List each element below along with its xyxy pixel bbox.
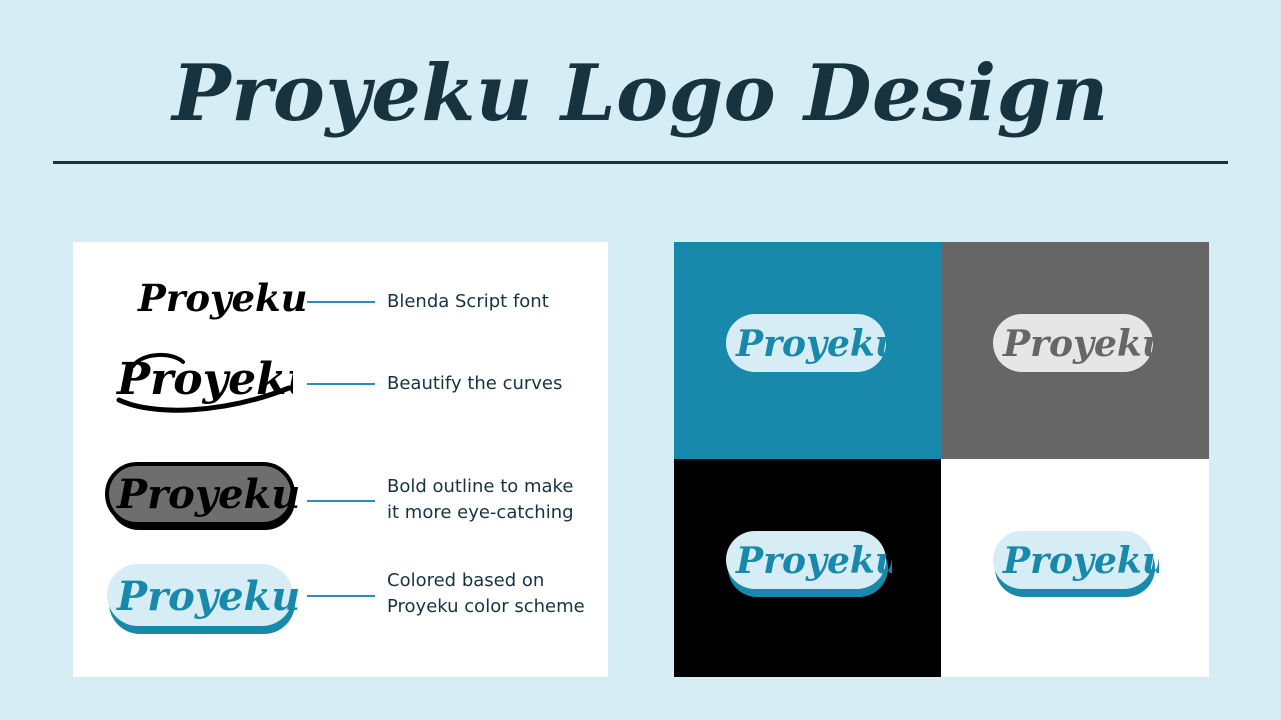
step-label: Bold outline to make it more eye-catchin… — [387, 474, 602, 526]
step-label-line: it more eye-catching — [387, 502, 574, 523]
title-divider — [53, 161, 1228, 164]
connector-line — [307, 595, 375, 597]
step-label-line: Proyeku color scheme — [387, 596, 585, 617]
variant-gray-background: Proyeku — [941, 242, 1209, 459]
step-colored: Proyeku Colored based on Proyeku color s… — [73, 554, 608, 666]
variant-teal-background: Proyeku — [674, 242, 941, 459]
step-label: Blenda Script font — [387, 291, 549, 312]
step-label: Colored based on Proyeku color scheme — [387, 568, 602, 620]
logo-step-colored: Proyeku — [107, 564, 300, 634]
logo-text: Proyeku — [735, 540, 892, 582]
logo-variant: Proyeku — [993, 531, 1159, 597]
logo-step-curves: Proyeku — [115, 353, 293, 413]
connector-line — [307, 301, 375, 303]
page-title: Proyeku Logo Design — [172, 48, 1109, 139]
design-steps-panel: Proyeku Blenda Script font Proyeku Beaut… — [73, 242, 608, 677]
connector-line — [307, 383, 375, 385]
logo-text: Proyeku — [116, 471, 300, 518]
logo-text: Proyeku — [1002, 540, 1159, 582]
step-outline: Proyeku Bold outline to make it more eye… — [73, 442, 608, 554]
logo-step-font: Proyeku — [138, 276, 308, 320]
variant-white-background: Proyeku — [941, 459, 1209, 677]
variant-black-background: Proyeku — [674, 459, 941, 677]
step-curves: Proyeku Beautify the curves — [73, 342, 608, 442]
logo-step-outline: Proyeku — [105, 462, 300, 530]
logo-variant: Proyeku — [726, 531, 892, 597]
logo-text: Proyeku — [116, 573, 300, 620]
connector-line — [307, 500, 375, 502]
step-label-line: Colored based on — [387, 570, 545, 591]
logo-text: Proyeku — [735, 323, 892, 365]
logo-variants-panel: Proyeku Proyeku Proyeku Proyeku — [674, 242, 1209, 677]
step-font: Proyeku Blenda Script font — [73, 242, 608, 342]
step-label: Beautify the curves — [387, 373, 563, 394]
logo-variant: Proyeku — [726, 314, 892, 372]
step-label-line: Bold outline to make — [387, 476, 574, 497]
logo-text: Proyeku — [1002, 323, 1159, 365]
logo-variant: Proyeku — [993, 314, 1159, 372]
